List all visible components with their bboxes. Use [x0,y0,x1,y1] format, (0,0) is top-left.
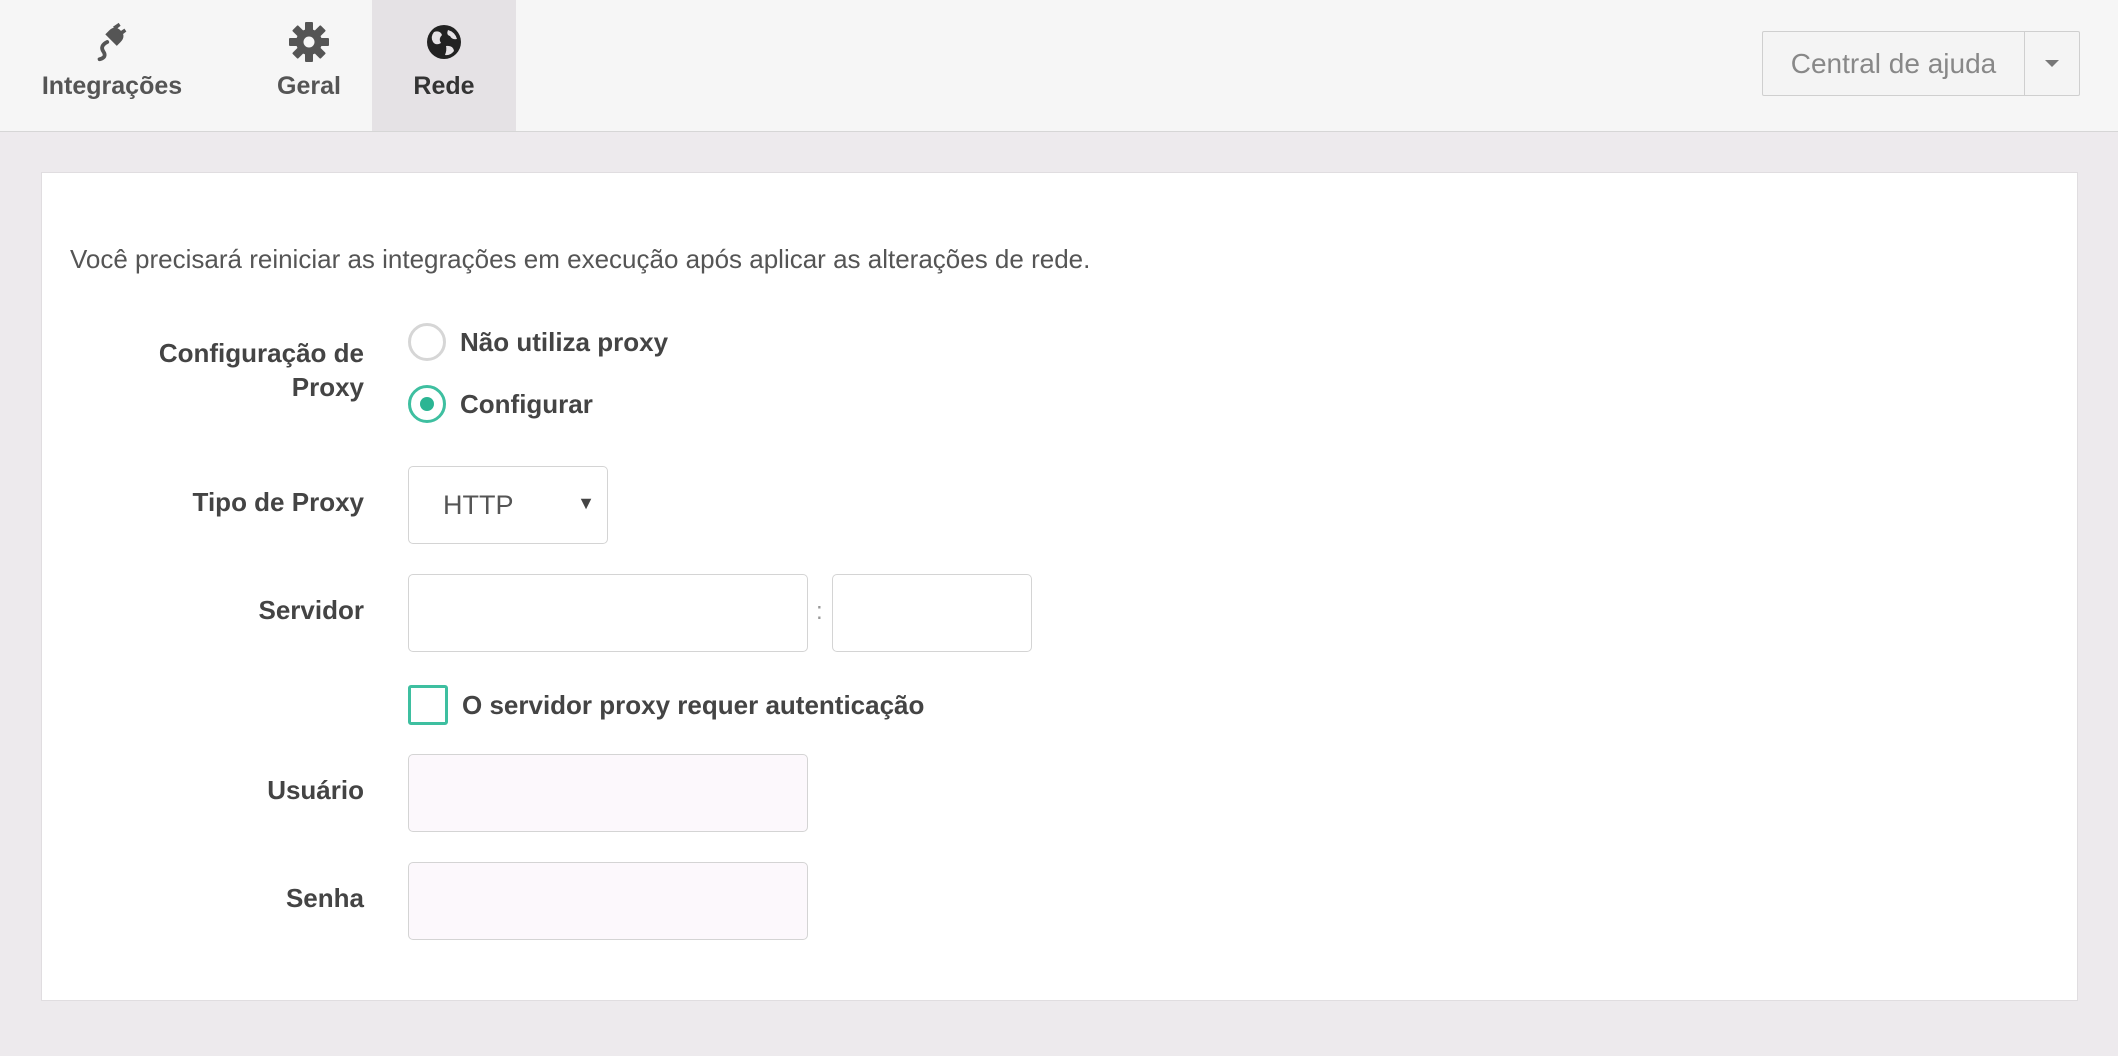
radio-no-proxy[interactable]: Não utiliza proxy [408,323,668,361]
help-center-button[interactable]: Central de ajuda [1763,32,2025,95]
server-port-input[interactable] [832,574,1032,652]
proxy-type-select[interactable]: HTTP ▼ [408,466,608,544]
checkbox-label: O servidor proxy requer autenticação [462,689,925,720]
tab-integracoes[interactable]: Integrações [20,0,204,131]
gear-icon [287,20,331,64]
user-input[interactable] [408,754,808,832]
dropdown-arrow-icon: ▼ [577,493,595,513]
radio-label: Não utiliza proxy [460,326,669,357]
radio-dot [420,397,434,411]
plug-icon [90,20,134,64]
radio-button-checked[interactable] [408,385,446,423]
caret-down-icon[interactable] [2025,32,2079,95]
tab-label: Rede [413,72,475,100]
proxy-type-value: HTTP [443,489,514,520]
tab-rede[interactable]: Rede [372,0,516,131]
password-input[interactable] [408,862,808,940]
auth-required-checkbox[interactable] [408,685,448,725]
proxy-type-label: Tipo de Proxy [192,487,364,517]
user-label: Usuário [267,775,364,805]
radio-button-unchecked[interactable] [408,323,446,361]
network-settings-panel [41,172,2078,1001]
proxy-config-label: Configuração de Proxy [158,338,364,402]
top-navigation-bar: Integrações Geral Rede Central de ajuda [0,0,2118,132]
server-label: Servidor [258,595,365,625]
help-center-dropdown[interactable]: Central de ajuda [1762,31,2080,96]
tab-geral[interactable]: Geral [254,0,364,131]
password-label: Senha [285,883,364,913]
globe-icon [422,20,466,64]
restart-notice: Você precisará reiniciar as integrações … [70,244,1091,274]
auth-required-checkbox-row[interactable]: O servidor proxy requer autenticação [408,685,924,725]
radio-label: Configurar [460,388,593,419]
radio-configure-proxy[interactable]: Configurar [408,385,593,423]
server-host-input[interactable] [408,574,808,652]
host-port-separator: : [816,598,823,625]
tab-label: Integrações [41,72,183,100]
tab-label: Geral [277,72,341,100]
